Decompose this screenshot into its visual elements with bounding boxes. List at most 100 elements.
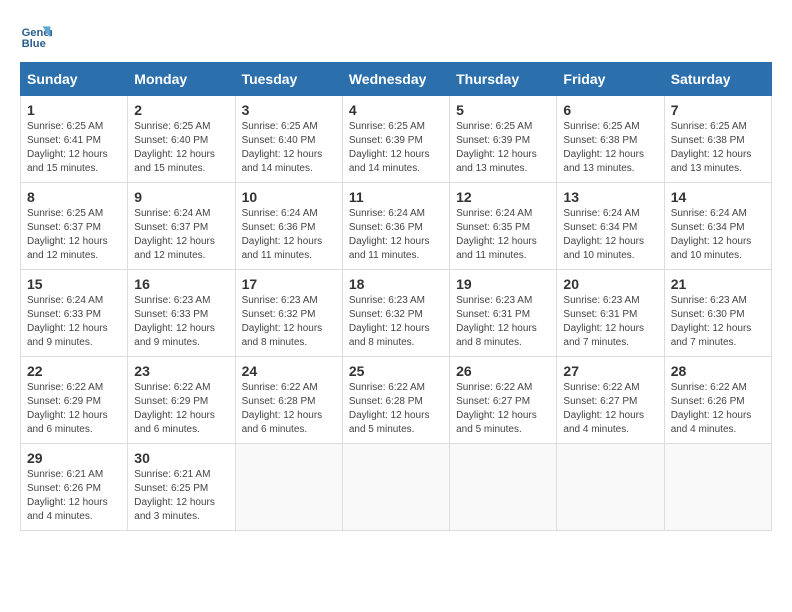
calendar-day-cell: 30 Sunrise: 6:21 AMSunset: 6:25 PMDaylig… (128, 444, 235, 531)
calendar-day-cell: 6 Sunrise: 6:25 AMSunset: 6:38 PMDayligh… (557, 96, 664, 183)
calendar-week-row: 29 Sunrise: 6:21 AMSunset: 6:26 PMDaylig… (21, 444, 772, 531)
logo-icon: General Blue (20, 20, 52, 52)
page-header: General Blue (20, 20, 772, 52)
day-number: 28 (671, 363, 765, 379)
calendar-day-cell: 14 Sunrise: 6:24 AMSunset: 6:34 PMDaylig… (664, 183, 771, 270)
day-info: Sunrise: 6:23 AMSunset: 6:31 PMDaylight:… (563, 295, 644, 348)
calendar-day-cell: 3 Sunrise: 6:25 AMSunset: 6:40 PMDayligh… (235, 96, 342, 183)
calendar-day-cell: 11 Sunrise: 6:24 AMSunset: 6:36 PMDaylig… (342, 183, 449, 270)
day-info: Sunrise: 6:25 AMSunset: 6:38 PMDaylight:… (563, 121, 644, 174)
calendar-table: SundayMondayTuesdayWednesdayThursdayFrid… (20, 62, 772, 531)
day-info: Sunrise: 6:22 AMSunset: 6:29 PMDaylight:… (134, 382, 215, 435)
day-number: 26 (456, 363, 550, 379)
calendar-day-cell: 19 Sunrise: 6:23 AMSunset: 6:31 PMDaylig… (450, 270, 557, 357)
day-info: Sunrise: 6:24 AMSunset: 6:33 PMDaylight:… (27, 295, 108, 348)
day-number: 5 (456, 102, 550, 118)
calendar-day-cell: 24 Sunrise: 6:22 AMSunset: 6:28 PMDaylig… (235, 357, 342, 444)
day-number: 12 (456, 189, 550, 205)
day-info: Sunrise: 6:23 AMSunset: 6:33 PMDaylight:… (134, 295, 215, 348)
day-info: Sunrise: 6:25 AMSunset: 6:39 PMDaylight:… (349, 121, 430, 174)
calendar-day-cell: 29 Sunrise: 6:21 AMSunset: 6:26 PMDaylig… (21, 444, 128, 531)
day-number: 16 (134, 276, 228, 292)
day-info: Sunrise: 6:22 AMSunset: 6:27 PMDaylight:… (456, 382, 537, 435)
day-number: 15 (27, 276, 121, 292)
day-info: Sunrise: 6:25 AMSunset: 6:40 PMDaylight:… (134, 121, 215, 174)
day-info: Sunrise: 6:24 AMSunset: 6:34 PMDaylight:… (671, 208, 752, 261)
calendar-day-cell: 28 Sunrise: 6:22 AMSunset: 6:26 PMDaylig… (664, 357, 771, 444)
calendar-day-cell: 9 Sunrise: 6:24 AMSunset: 6:37 PMDayligh… (128, 183, 235, 270)
day-info: Sunrise: 6:22 AMSunset: 6:26 PMDaylight:… (671, 382, 752, 435)
day-number: 1 (27, 102, 121, 118)
calendar-day-cell: 5 Sunrise: 6:25 AMSunset: 6:39 PMDayligh… (450, 96, 557, 183)
day-number: 21 (671, 276, 765, 292)
day-number: 20 (563, 276, 657, 292)
day-number: 29 (27, 450, 121, 466)
day-number: 11 (349, 189, 443, 205)
day-number: 23 (134, 363, 228, 379)
col-header-tuesday: Tuesday (235, 63, 342, 96)
col-header-wednesday: Wednesday (342, 63, 449, 96)
calendar-day-cell: 2 Sunrise: 6:25 AMSunset: 6:40 PMDayligh… (128, 96, 235, 183)
day-number: 10 (242, 189, 336, 205)
day-info: Sunrise: 6:22 AMSunset: 6:28 PMDaylight:… (349, 382, 430, 435)
day-number: 7 (671, 102, 765, 118)
day-info: Sunrise: 6:24 AMSunset: 6:37 PMDaylight:… (134, 208, 215, 261)
day-info: Sunrise: 6:23 AMSunset: 6:32 PMDaylight:… (242, 295, 323, 348)
calendar-day-cell: 21 Sunrise: 6:23 AMSunset: 6:30 PMDaylig… (664, 270, 771, 357)
logo: General Blue (20, 20, 52, 52)
day-number: 25 (349, 363, 443, 379)
day-info: Sunrise: 6:25 AMSunset: 6:41 PMDaylight:… (27, 121, 108, 174)
day-info: Sunrise: 6:24 AMSunset: 6:34 PMDaylight:… (563, 208, 644, 261)
day-info: Sunrise: 6:22 AMSunset: 6:28 PMDaylight:… (242, 382, 323, 435)
day-number: 13 (563, 189, 657, 205)
day-number: 14 (671, 189, 765, 205)
day-number: 17 (242, 276, 336, 292)
calendar-week-row: 8 Sunrise: 6:25 AMSunset: 6:37 PMDayligh… (21, 183, 772, 270)
calendar-day-cell (342, 444, 449, 531)
calendar-day-cell (557, 444, 664, 531)
calendar-day-cell: 10 Sunrise: 6:24 AMSunset: 6:36 PMDaylig… (235, 183, 342, 270)
col-header-thursday: Thursday (450, 63, 557, 96)
day-number: 9 (134, 189, 228, 205)
calendar-day-cell: 4 Sunrise: 6:25 AMSunset: 6:39 PMDayligh… (342, 96, 449, 183)
day-info: Sunrise: 6:24 AMSunset: 6:35 PMDaylight:… (456, 208, 537, 261)
day-info: Sunrise: 6:23 AMSunset: 6:31 PMDaylight:… (456, 295, 537, 348)
day-info: Sunrise: 6:24 AMSunset: 6:36 PMDaylight:… (242, 208, 323, 261)
col-header-friday: Friday (557, 63, 664, 96)
calendar-day-cell (450, 444, 557, 531)
day-number: 3 (242, 102, 336, 118)
day-number: 6 (563, 102, 657, 118)
calendar-day-cell: 27 Sunrise: 6:22 AMSunset: 6:27 PMDaylig… (557, 357, 664, 444)
day-info: Sunrise: 6:21 AMSunset: 6:25 PMDaylight:… (134, 469, 215, 522)
day-number: 24 (242, 363, 336, 379)
calendar-day-cell: 20 Sunrise: 6:23 AMSunset: 6:31 PMDaylig… (557, 270, 664, 357)
day-number: 27 (563, 363, 657, 379)
calendar-day-cell: 12 Sunrise: 6:24 AMSunset: 6:35 PMDaylig… (450, 183, 557, 270)
calendar-day-cell: 17 Sunrise: 6:23 AMSunset: 6:32 PMDaylig… (235, 270, 342, 357)
col-header-sunday: Sunday (21, 63, 128, 96)
day-info: Sunrise: 6:23 AMSunset: 6:30 PMDaylight:… (671, 295, 752, 348)
day-number: 18 (349, 276, 443, 292)
day-number: 19 (456, 276, 550, 292)
calendar-header-row: SundayMondayTuesdayWednesdayThursdayFrid… (21, 63, 772, 96)
calendar-day-cell (664, 444, 771, 531)
day-info: Sunrise: 6:25 AMSunset: 6:39 PMDaylight:… (456, 121, 537, 174)
day-info: Sunrise: 6:21 AMSunset: 6:26 PMDaylight:… (27, 469, 108, 522)
day-number: 2 (134, 102, 228, 118)
svg-text:Blue: Blue (22, 38, 46, 50)
day-info: Sunrise: 6:25 AMSunset: 6:38 PMDaylight:… (671, 121, 752, 174)
calendar-day-cell: 26 Sunrise: 6:22 AMSunset: 6:27 PMDaylig… (450, 357, 557, 444)
calendar-day-cell: 18 Sunrise: 6:23 AMSunset: 6:32 PMDaylig… (342, 270, 449, 357)
calendar-day-cell: 8 Sunrise: 6:25 AMSunset: 6:37 PMDayligh… (21, 183, 128, 270)
calendar-day-cell: 7 Sunrise: 6:25 AMSunset: 6:38 PMDayligh… (664, 96, 771, 183)
day-info: Sunrise: 6:22 AMSunset: 6:29 PMDaylight:… (27, 382, 108, 435)
calendar-day-cell: 22 Sunrise: 6:22 AMSunset: 6:29 PMDaylig… (21, 357, 128, 444)
day-number: 4 (349, 102, 443, 118)
col-header-saturday: Saturday (664, 63, 771, 96)
day-info: Sunrise: 6:24 AMSunset: 6:36 PMDaylight:… (349, 208, 430, 261)
day-number: 22 (27, 363, 121, 379)
calendar-week-row: 22 Sunrise: 6:22 AMSunset: 6:29 PMDaylig… (21, 357, 772, 444)
calendar-day-cell: 1 Sunrise: 6:25 AMSunset: 6:41 PMDayligh… (21, 96, 128, 183)
calendar-day-cell (235, 444, 342, 531)
col-header-monday: Monday (128, 63, 235, 96)
